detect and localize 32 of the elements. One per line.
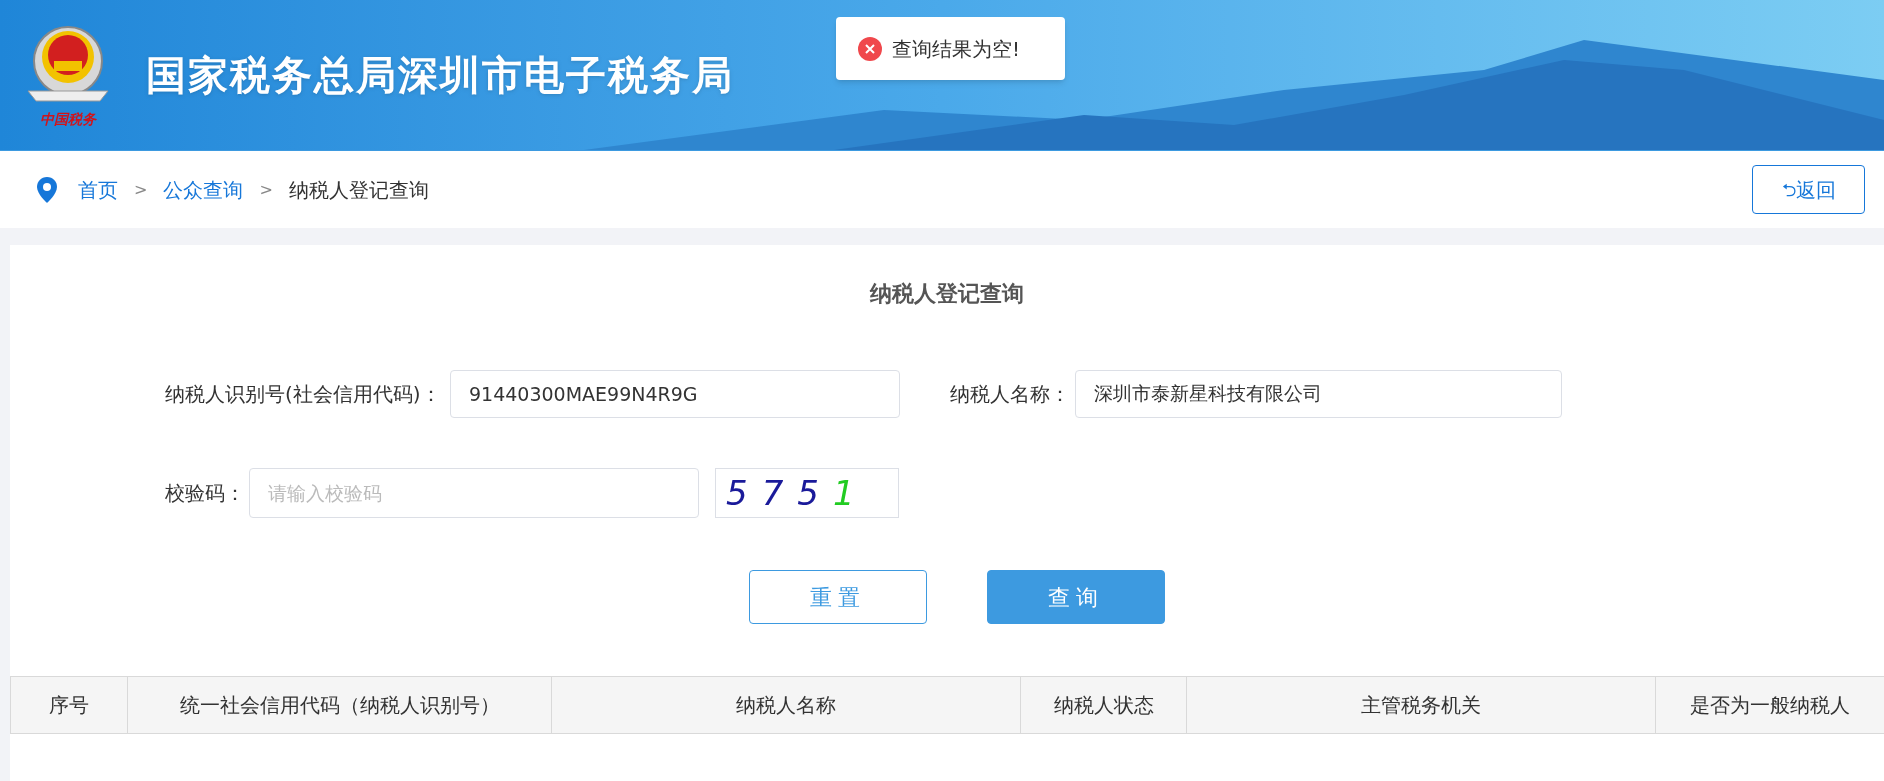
return-arrow-icon: ⮌ bbox=[1781, 176, 1796, 203]
input-field[interactable]: 91440300MAE99N4R9G bbox=[450, 370, 900, 418]
form-button[interactable]: 查询 bbox=[987, 570, 1165, 624]
captcha-character: 5 bbox=[797, 471, 819, 515]
table-header-cell: 纳税人状态 bbox=[1020, 677, 1186, 733]
table-header-cell: 是否为一般纳税人 bbox=[1655, 677, 1884, 733]
table-header-cell: 主管税务机关 bbox=[1186, 677, 1655, 733]
form-button[interactable]: 重置 bbox=[749, 570, 927, 624]
breadcrumb-current: 纳税人登记查询 bbox=[288, 176, 429, 204]
form-title: 纳税人登记查询 bbox=[868, 280, 1025, 308]
table-header-cell: 纳税人名称 bbox=[551, 677, 1020, 733]
breadcrumb-link[interactable]: 公众查询 bbox=[163, 174, 244, 205]
captcha-image[interactable]: 5 7 5 1 bbox=[715, 468, 899, 518]
breadcrumb-separator: > bbox=[259, 178, 273, 201]
error-icon bbox=[858, 36, 882, 61]
site-title: 国家税务总局深圳市电子税务局 bbox=[146, 51, 734, 100]
field-label: 校验码： bbox=[165, 480, 246, 507]
table-header-cell: 序号 bbox=[10, 677, 127, 733]
breadcrumb-separator: > bbox=[134, 178, 148, 201]
logo-caption: 中国税务 bbox=[40, 109, 96, 129]
field-label: 纳税人名称： bbox=[950, 381, 1071, 408]
input-field[interactable]: 深圳市泰新星科技有限公司 bbox=[1075, 370, 1562, 418]
input-field[interactable]: 请输入校验码 bbox=[249, 468, 699, 518]
captcha-character: 7 bbox=[761, 471, 784, 515]
field-label: 纳税人识别号(社会信用代码)： bbox=[165, 381, 442, 408]
captcha-character: 1 bbox=[832, 471, 855, 515]
toast-text: 查询结果为空! bbox=[892, 35, 1021, 63]
table-header-cell: 统一社会信用代码（纳税人识别号） bbox=[127, 677, 551, 733]
location-pin-icon bbox=[36, 175, 58, 204]
captcha-character: 5 bbox=[726, 471, 748, 515]
breadcrumb-link[interactable]: 首页 bbox=[78, 174, 118, 205]
back-button[interactable]: ⮌返回 bbox=[1752, 165, 1865, 214]
